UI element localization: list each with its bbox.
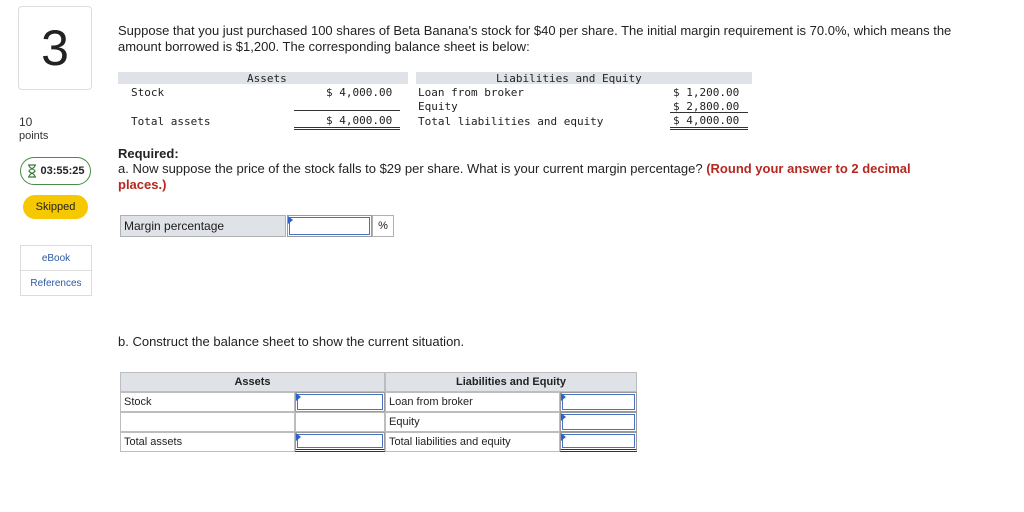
input-marker-icon [561, 433, 566, 441]
total-le-input[interactable] [560, 432, 637, 452]
equity-value-input[interactable] [560, 412, 637, 432]
part-a-text: a. Now suppose the price of the stock fa… [118, 161, 703, 176]
margin-percentage-input[interactable] [287, 215, 372, 237]
timer: 03:55:25 [20, 157, 91, 185]
table-liabilities-header: Liabilities and Equity [385, 372, 637, 392]
equity-label: Equity [418, 100, 458, 113]
table-stock-label: Stock [120, 392, 295, 412]
margin-percentage-label: Margin percentage [120, 215, 286, 237]
question-number: 3 [18, 6, 92, 90]
liabilities-header: Liabilities and Equity [416, 72, 752, 85]
assets-header: Assets [118, 72, 408, 85]
input-marker-icon [296, 433, 301, 441]
total-assets-label: Total assets [131, 115, 211, 128]
input-marker-icon [288, 216, 293, 224]
table-loan-label: Loan from broker [385, 392, 560, 412]
required-heading: Required: [118, 146, 179, 161]
margin-percentage-row: Margin percentage % [120, 215, 394, 237]
initial-balance-sheet: Assets Liabilities and Equity Stock $ 4,… [118, 71, 752, 130]
hourglass-icon [28, 164, 37, 178]
table-equity-label: Equity [385, 412, 560, 432]
total-assets-value: $ 4,000.00 [326, 114, 393, 127]
status-badge: Skipped [23, 195, 88, 219]
total-le-label: Total liabilities and equity [418, 115, 604, 128]
part-b-question: b. Construct the balance sheet to show t… [118, 334, 465, 349]
loan-value-input[interactable] [560, 392, 637, 412]
table-blank-value-cell [295, 412, 385, 432]
percent-unit: % [372, 215, 394, 237]
loan-label: Loan from broker [418, 86, 524, 99]
total-assets-input[interactable] [295, 432, 385, 452]
table-total-le-label: Total liabilities and equity [385, 432, 560, 452]
resource-links: eBook References [20, 245, 92, 296]
points-info: 10 points [19, 115, 48, 143]
timer-value: 03:55:25 [40, 165, 85, 177]
points-label: points [19, 130, 49, 142]
input-marker-icon [296, 393, 301, 401]
stock-value: $ 4,000.00 [326, 86, 393, 99]
stock-label: Stock [131, 86, 165, 99]
stock-value-input[interactable] [295, 392, 385, 412]
ebook-link[interactable]: eBook [20, 245, 92, 270]
points-value: 10 [19, 115, 33, 129]
question-intro: Suppose that you just purchased 100 shar… [118, 23, 952, 54]
input-marker-icon [561, 393, 566, 401]
references-link[interactable]: References [20, 270, 92, 296]
part-a-question: a. Now suppose the price of the stock fa… [118, 161, 938, 193]
table-total-assets-label: Total assets [120, 432, 295, 452]
table-blank-cell [120, 412, 295, 432]
table-assets-header: Assets [120, 372, 385, 392]
input-marker-icon [561, 413, 566, 421]
loan-value: $ 1,200.00 [673, 86, 740, 99]
total-le-value: $ 4,000.00 [673, 114, 740, 127]
